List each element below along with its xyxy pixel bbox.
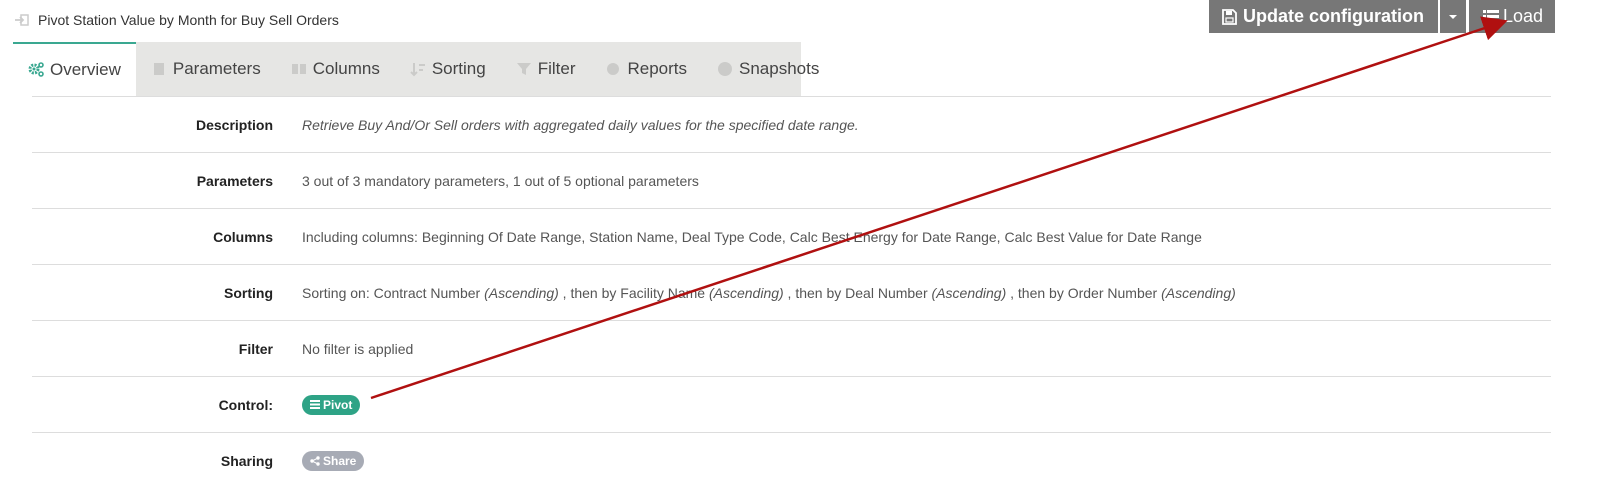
pivot-badge-label: Pivot — [323, 397, 353, 412]
caret-down-icon — [1448, 14, 1457, 19]
tab-sorting[interactable]: Sorting — [395, 42, 501, 96]
sort-icon — [410, 63, 425, 77]
sort-field: Order Number — [1067, 284, 1158, 301]
page-title: Pivot Station Value by Month for Buy Sel… — [38, 12, 339, 28]
description-value: Retrieve Buy And/Or Sell orders with agg… — [302, 116, 859, 133]
update-options-dropdown[interactable] — [1439, 0, 1466, 33]
share-icon — [310, 455, 320, 466]
sign-in-icon — [15, 14, 29, 26]
share-badge-label: Share — [323, 453, 357, 468]
tab-overview-label: Overview — [50, 60, 121, 79]
bars-icon — [310, 400, 320, 409]
page-header: Pivot Station Value by Month for Buy Sel… — [14, 10, 339, 30]
tab-overview[interactable]: Overview — [13, 42, 136, 96]
camera-icon — [718, 62, 733, 76]
columns-icon — [291, 64, 306, 74]
reports-icon — [607, 63, 620, 75]
save-icon — [1222, 8, 1237, 25]
tab-snapshots[interactable]: Snapshots — [702, 42, 834, 96]
sort-direction: (Ascending) — [931, 284, 1007, 301]
tab-columns[interactable]: Columns — [276, 42, 395, 96]
parameters-label: Parameters — [196, 172, 273, 189]
tab-parameters-label: Parameters — [172, 59, 261, 78]
sorting-prefix: Sorting on: — [302, 284, 374, 301]
sort-direction: (Ascending) — [708, 284, 784, 301]
parameters-row: Parameters 3 out of 3 mandatory paramete… — [32, 152, 1551, 208]
control-row: Control: Pivot — [32, 376, 1551, 432]
tab-snapshots-label: Snapshots — [739, 59, 820, 78]
sort-field: Contract Number — [373, 284, 481, 301]
load-button[interactable]: Load — [1468, 0, 1555, 33]
update-configuration-label: Update configuration — [1242, 6, 1424, 26]
filter-value: No filter is applied — [302, 340, 414, 357]
tab-bar: Overview Parameters Columns Sorting Filt… — [13, 42, 819, 96]
pivot-badge[interactable]: Pivot — [302, 394, 361, 415]
columns-value: Including columns: Beginning Of Date Ran… — [302, 228, 1202, 245]
filter-label: Filter — [238, 340, 273, 357]
parameters-value: 3 out of 3 mandatory parameters, 1 out o… — [302, 172, 699, 189]
control-value: Pivot — [302, 394, 361, 415]
sort-field: Facility Name — [620, 284, 706, 301]
sharing-row: Sharing Share — [32, 432, 1551, 488]
toolbar: Update configuration Load — [1208, 0, 1555, 33]
description-row: Description Retrieve Buy And/Or Sell ord… — [32, 96, 1551, 152]
share-badge[interactable]: Share — [302, 450, 365, 471]
update-configuration-button[interactable]: Update configuration — [1208, 0, 1438, 33]
sharing-label: Sharing — [220, 452, 273, 469]
columns-row: Columns Including columns: Beginning Of … — [32, 208, 1551, 264]
description-label: Description — [195, 116, 273, 133]
filter-row: Filter No filter is applied — [32, 320, 1551, 376]
sorting-row: Sorting Sorting on: Contract Number (Asc… — [32, 264, 1551, 320]
filter-icon — [153, 63, 164, 75]
gears-icon — [28, 62, 44, 77]
tab-columns-label: Columns — [312, 59, 380, 78]
columns-label: Columns — [213, 228, 273, 245]
funnel-icon — [516, 63, 531, 75]
tab-parameters[interactable]: Parameters — [136, 42, 276, 96]
load-label: Load — [1502, 6, 1543, 26]
sorting-label: Sorting — [224, 284, 273, 301]
sort-direction: (Ascending) — [1161, 284, 1236, 301]
tab-sorting-label: Sorting — [431, 59, 486, 78]
overview-table: Description Retrieve Buy And/Or Sell ord… — [32, 96, 1551, 488]
sorting-value: Sorting on: Contract Number (Ascending) … — [302, 285, 1236, 301]
list-icon — [1482, 9, 1499, 23]
sort-separator: , then by — [558, 284, 621, 301]
sort-separator: , then by — [1006, 284, 1068, 301]
tab-filter-label: Filter — [537, 59, 576, 78]
sort-separator: , then by — [783, 284, 846, 301]
sort-direction: (Ascending) — [484, 284, 559, 301]
sharing-value: Share — [302, 450, 365, 471]
control-label: Control: — [218, 396, 273, 413]
sort-field: Deal Number — [845, 284, 928, 301]
tab-filter[interactable]: Filter — [501, 42, 591, 96]
tab-reports-label: Reports — [627, 59, 688, 78]
tab-reports[interactable]: Reports — [590, 42, 702, 96]
